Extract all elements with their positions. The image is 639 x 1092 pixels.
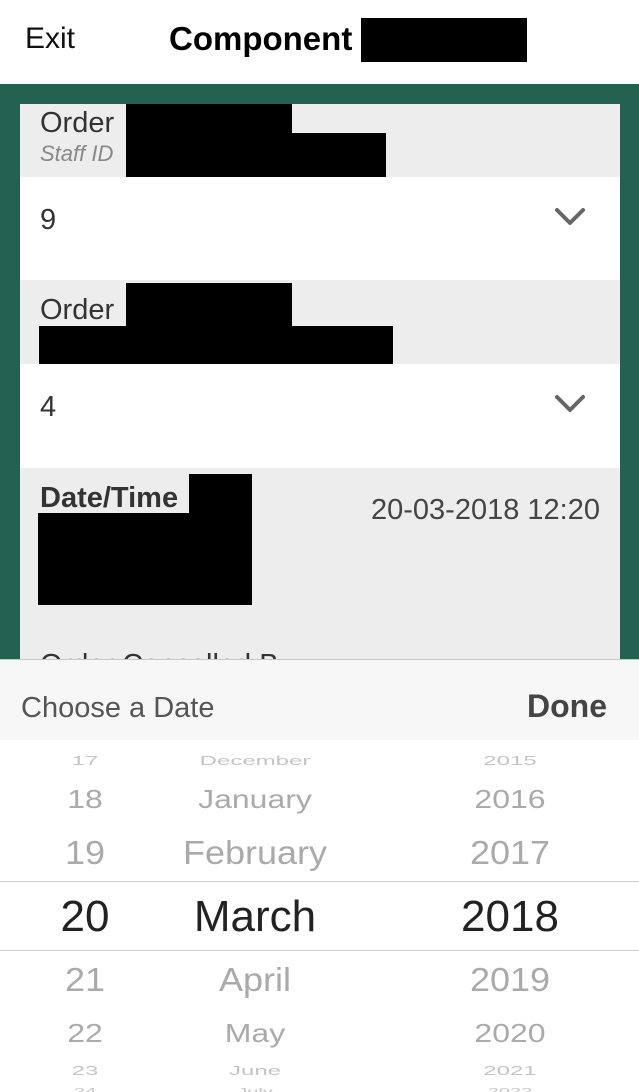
picker-year-option[interactable]: 2015: [483, 754, 536, 767]
redacted-block: [361, 18, 527, 62]
picker-month-option[interactable]: June: [229, 1064, 281, 1077]
redacted-block: [189, 474, 252, 514]
picker-day-option[interactable]: 16: [74, 740, 96, 742]
picker-year-option[interactable]: 2017: [470, 836, 550, 869]
select-field-order[interactable]: 4: [20, 364, 620, 468]
selection-line-bottom: [0, 950, 639, 951]
chevron-down-icon: [555, 395, 585, 412]
date-time-value: 20-03-2018 12:20: [371, 494, 600, 526]
picker-month-option[interactable]: May: [225, 1020, 285, 1046]
picker-day-option[interactable]: 18: [67, 786, 103, 812]
picker-title: Choose a Date: [21, 692, 215, 724]
picker-month-option[interactable]: January: [198, 786, 312, 812]
picker-year-option[interactable]: 2021: [483, 1064, 536, 1077]
picker-year-option[interactable]: 2022: [488, 1088, 533, 1092]
picker-day-option[interactable]: 17: [72, 754, 99, 767]
picker-month-option[interactable]: December: [200, 754, 311, 767]
field-label: Date/Time: [40, 482, 179, 514]
select-value: 4: [40, 391, 57, 423]
page-title: Component: [169, 20, 353, 57]
redacted-block: [126, 133, 386, 177]
picker-day-option[interactable]: 22: [67, 1020, 103, 1046]
form-card: Order Staff ID 9 Order 4 Date/Time 20-03…: [20, 104, 620, 660]
picker-day-option[interactable]: 23: [72, 1064, 99, 1077]
picker-month-option[interactable]: July: [237, 1088, 273, 1092]
select-field-staff-id[interactable]: 9: [20, 177, 620, 280]
field-sublabel: Staff ID: [40, 141, 114, 166]
picker-year-option[interactable]: 2019: [470, 963, 550, 996]
select-value: 9: [40, 204, 57, 236]
selection-line-top: [0, 881, 639, 882]
exit-button[interactable]: Exit: [25, 22, 75, 56]
picker-month-option[interactable]: February: [183, 836, 327, 869]
chevron-down-icon: [555, 208, 585, 225]
date-picker-wheel[interactable]: 161718192021222324NovemberDecemberJanuar…: [0, 740, 639, 1092]
picker-toolbar: Choose a Date Done: [0, 659, 639, 740]
picker-year-option[interactable]: 2016: [474, 786, 545, 812]
redacted-block: [126, 283, 292, 327]
picker-month-option[interactable]: November: [209, 740, 301, 742]
picker-day-option[interactable]: 24: [74, 1088, 96, 1092]
field-label: Order: [40, 294, 115, 326]
picker-year-option[interactable]: 2020: [474, 1020, 545, 1046]
field-label: Order: [40, 107, 115, 139]
picker-day-selected[interactable]: 20: [61, 895, 110, 939]
picker-year-option[interactable]: 2014: [488, 740, 533, 742]
picker-month-option[interactable]: April: [219, 963, 291, 996]
picker-day-option[interactable]: 19: [65, 836, 105, 869]
redacted-block: [38, 513, 252, 605]
picker-day-option[interactable]: 21: [65, 963, 105, 996]
redacted-block: [126, 104, 292, 133]
picker-month-selected[interactable]: March: [194, 895, 316, 939]
picker-year-selected[interactable]: 2018: [461, 895, 559, 939]
nav-bar: Exit Component: [0, 0, 639, 84]
done-button[interactable]: Done: [527, 688, 607, 725]
